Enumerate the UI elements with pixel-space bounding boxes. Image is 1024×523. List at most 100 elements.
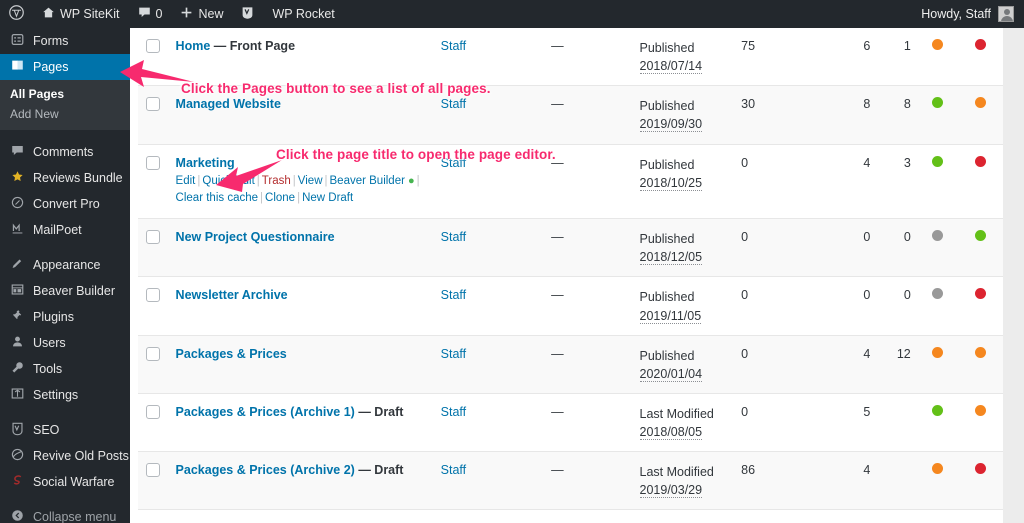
row-checkbox[interactable] [146,39,160,53]
row-action-view[interactable]: View [298,175,323,187]
sidebar-item-comments[interactable]: Comments [0,139,130,165]
compass-icon [9,196,25,212]
row-checkbox[interactable] [146,404,160,419]
author-cell: Staff [441,393,551,451]
table-row: Packages & Prices (Archive 1) — Draft Sta… [138,393,1003,452]
row-checkbox[interactable] [146,346,160,361]
sidebar-item-add-new[interactable]: Add New [0,104,130,124]
author-link[interactable]: Staff [441,463,466,477]
wordpress-logo-button[interactable] [0,0,33,28]
wp-rocket-label: WP Rocket [272,7,335,21]
page-title-link[interactable]: Packages & Prices (Archive 1) [176,405,355,419]
yoast-button[interactable] [232,0,263,28]
sidebar-item-appearance[interactable]: Appearance [0,252,130,278]
page-title-link[interactable]: Managed Website [176,97,281,111]
metric-two-cell: 8 [863,97,871,112]
author-link[interactable]: Staff [441,97,466,111]
scroll-rail[interactable] [1003,28,1024,523]
author-link[interactable]: Staff [441,347,466,361]
sidebar-item-label: Comments [33,145,94,159]
seo-status-dot-icon-cell [917,277,959,335]
row-action-clear-cache[interactable]: Clear this cache [176,192,258,204]
author-link[interactable]: Staff [441,288,466,302]
metric-three-cell: 0 [903,230,911,245]
metric-three-cell: 0 [903,288,911,303]
sidebar-item-plugins[interactable]: Plugins [0,304,130,330]
beaver-builder-icon [9,283,25,299]
sidebar-item-forms[interactable]: Forms [0,28,130,54]
site-name-button[interactable]: WP SiteKit [33,0,129,28]
date-value-text: 2019/11/05 [639,308,702,324]
sidebar-item-pages[interactable]: Pages [0,54,130,80]
sidebar-item-reviews-bundle[interactable]: Reviews Bundle [0,165,130,191]
page-title-cell: Packages & Prices (Archive 1) — Draft [176,393,441,451]
wp-rocket-button[interactable]: WP Rocket [263,0,343,28]
new-content-label: New [198,7,224,21]
sidebar-item-all-pages[interactable]: All Pages [0,84,130,104]
sidebar-item-label: Revive Old Posts [33,449,129,463]
admin-bar: WP SiteKit 0 New WP Rocket Howdy, Staff [0,0,1024,28]
row-action-clone[interactable]: Clone [265,192,295,204]
sidebar-item-beaver-builder[interactable]: Beaver Builder [0,278,130,304]
author-link[interactable]: Staff [441,230,466,244]
tools-icon [9,361,25,377]
avatar [998,6,1014,22]
comments-button[interactable]: 0 [129,0,172,28]
site-name-label: WP SiteKit [60,7,120,21]
row-checkbox[interactable] [146,288,160,303]
views-count-cell: 0 [741,288,749,303]
sidebar-item-revive-old-posts[interactable]: Revive Old Posts [0,443,130,469]
comments-cell: — [551,230,564,245]
date-status-label: Published [639,290,695,305]
page-title-link[interactable]: Packages & Prices [176,347,287,361]
sidebar-item-settings[interactable]: Settings [0,382,130,408]
yoast-icon [241,6,254,23]
row-checkbox[interactable] [146,230,160,245]
author-cell: Staff [441,219,551,277]
table-row: New Project Questionnaire Staff — Published… [138,218,1003,277]
page-title-link[interactable]: Home [176,39,211,53]
author-link[interactable]: Staff [441,39,466,53]
page-title-link[interactable]: Newsletter Archive [176,288,288,302]
date-value-text: 2018/12/05 [639,250,703,266]
row-action-new-draft[interactable]: New Draft [302,192,353,204]
new-content-button[interactable]: New [171,0,232,28]
row-action-separator: | [260,192,264,205]
my-account-menu[interactable]: Howdy, Staff [921,6,1024,22]
author-link[interactable]: Staff [441,405,466,419]
page-title-cell: Newsletter Archive [176,277,441,335]
page-title-link[interactable]: Packages & Prices (Archive 2) [176,463,355,477]
row-action-beaver-builder[interactable]: Beaver Builder [330,175,405,187]
page-title-link[interactable]: New Project Questionnaire [176,230,335,244]
readability-status-dot-icon-cell [959,144,1003,219]
date-cell: Published 2019/09/30 [639,86,742,144]
sidebar-item-convert-pro[interactable]: Convert Pro [0,191,130,217]
sidebar-item-seo[interactable]: SEO [0,417,130,443]
sidebar-item-users[interactable]: Users [0,330,130,356]
yoast-seo-icon [9,422,25,439]
author-cell: Staff [441,452,551,510]
menu-separator [0,408,130,417]
views-count-cell: 0 [741,346,749,361]
date-value: 2018/12/05 [639,248,742,266]
sidebar-item-social-warfare[interactable]: Social Warfare [0,469,130,495]
row-checkbox[interactable] [146,463,160,478]
content-gutter [130,28,138,523]
collapse-menu-button[interactable]: Collapse menu [0,504,130,523]
sidebar-item-mailpoet[interactable]: MailPoet [0,217,130,243]
seo-status-dot-icon [932,404,944,416]
comments-cell: — [551,39,564,53]
row-action-edit[interactable]: Edit [176,175,196,187]
settings-icon [9,387,25,403]
sidebar-item-tools[interactable]: Tools [0,356,130,382]
greeting-label: Howdy, Staff [921,7,991,21]
date-status-label: Published [639,41,695,55]
row-checkbox[interactable] [146,155,160,170]
content-area: Home — Front Page Staff — Published 2018/07/… [130,28,1024,523]
social-warfare-icon [9,474,25,490]
seo-status-dot-icon-cell [917,452,959,510]
row-checkbox[interactable] [146,97,160,112]
readability-status-dot-icon-cell [959,452,1003,510]
annotation-arrow-to-page-title [216,160,282,192]
star-icon [9,170,25,186]
